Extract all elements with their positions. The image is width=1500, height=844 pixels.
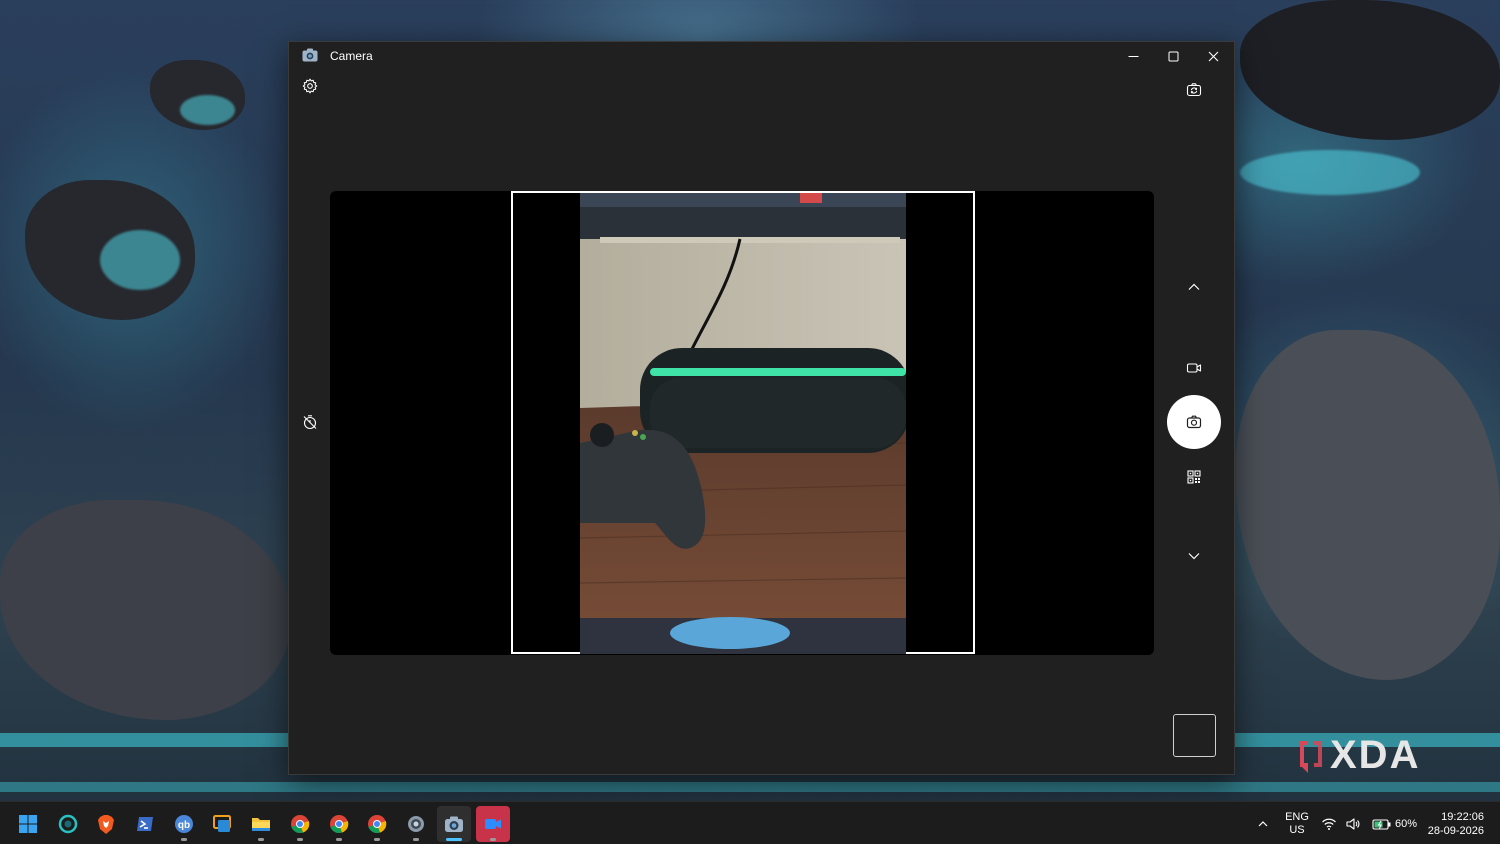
taskbar-chrome-3[interactable]: [360, 806, 394, 842]
windows-logo-icon: [19, 815, 37, 833]
wallpaper-glow: [180, 95, 235, 125]
close-button[interactable]: [1193, 42, 1233, 70]
taskbar-remote-desktop[interactable]: [205, 806, 239, 842]
brave-browser-icon: [98, 815, 114, 834]
minimize-button[interactable]: [1113, 42, 1153, 70]
taskbar-brave[interactable]: [89, 806, 123, 842]
taskbar-camera[interactable]: [437, 806, 471, 842]
chrome-icon: [330, 815, 349, 834]
video-icon: [1186, 363, 1202, 373]
taskbar-chrome-2[interactable]: [322, 806, 356, 842]
window-title: Camera: [330, 49, 373, 63]
mode-down-button[interactable]: [1178, 540, 1210, 572]
clock-time: 19:22:06: [1441, 810, 1484, 823]
capture-frame: [511, 191, 975, 654]
wallpaper-rock: [1240, 0, 1500, 140]
wallpaper-glow: [1240, 150, 1420, 195]
qr-mode-button[interactable]: [1178, 461, 1210, 493]
svg-text:qb: qb: [178, 820, 190, 831]
taskbar-terminal[interactable]: [128, 806, 162, 842]
watermark-text: XDA: [1330, 733, 1421, 777]
language-code: ENG: [1285, 810, 1309, 823]
minimize-icon: [1128, 55, 1138, 57]
battery-charging-icon: [1372, 818, 1391, 830]
cortana-icon: [58, 814, 78, 834]
wifi-icon: [1322, 818, 1336, 830]
taskbar-zoom[interactable]: [476, 806, 510, 842]
preview-scene: [580, 193, 906, 654]
running-indicator: [413, 838, 419, 841]
camera-app-taskbar-icon: [445, 816, 463, 832]
camera-preview-image: [580, 193, 906, 654]
wallpaper-water: [0, 782, 1500, 792]
battery-percentage: 60%: [1395, 817, 1418, 830]
clock-button[interactable]: 19:22:06 28-09-2026: [1420, 802, 1484, 844]
video-mode-button[interactable]: [1178, 352, 1210, 384]
taskbar-file-explorer[interactable]: [244, 806, 278, 842]
volume-button[interactable]: [1345, 802, 1361, 844]
qbittorrent-icon: qb: [175, 815, 193, 833]
xda-logo-icon: [1300, 740, 1322, 773]
remote-desktop-icon: [213, 815, 231, 832]
taskbar: qb ENG US 60% 19:22:06 28-09-2026: [0, 801, 1500, 844]
show-hidden-icons-button[interactable]: [1255, 802, 1271, 844]
close-icon: [1208, 51, 1218, 61]
speaker-icon: [1346, 817, 1360, 830]
video-call-icon: [485, 819, 501, 829]
camera-icon: [1186, 415, 1202, 429]
settings-gear-icon: [408, 816, 424, 832]
folder-icon: [252, 818, 270, 831]
taskbar-chrome-1[interactable]: [283, 806, 317, 842]
timer-button[interactable]: [294, 406, 326, 438]
wallpaper-rock: [0, 500, 290, 720]
gallery-thumbnail-button[interactable]: [1173, 714, 1216, 757]
active-indicator: [446, 838, 462, 841]
taskbar-cortana[interactable]: [51, 806, 85, 842]
settings-button[interactable]: [294, 70, 326, 102]
chevron-down-icon: [1188, 553, 1200, 560]
battery-button[interactable]: 60%: [1372, 802, 1417, 844]
region-code: US: [1289, 823, 1305, 836]
chrome-icon: [291, 815, 310, 834]
running-indicator: [181, 838, 187, 841]
camera-app-icon: [302, 48, 318, 62]
running-indicator: [490, 838, 496, 841]
switch-camera-button[interactable]: [1178, 74, 1210, 106]
timer-off-icon: [303, 415, 317, 430]
clock-date: 28-09-2026: [1427, 824, 1484, 837]
mode-up-button[interactable]: [1178, 271, 1210, 303]
start-button[interactable]: [11, 806, 45, 842]
title-bar[interactable]: Camera: [289, 42, 1234, 72]
qr-code-icon: [1187, 470, 1201, 484]
chrome-icon: [368, 815, 387, 834]
chevron-up-icon: [1188, 283, 1200, 290]
network-button[interactable]: [1321, 802, 1337, 844]
taskbar-qbittorrent[interactable]: qb: [167, 806, 201, 842]
input-language-button[interactable]: ENG US: [1283, 802, 1311, 844]
chevron-up-icon: [1258, 820, 1268, 826]
wallpaper-rock: [1236, 330, 1500, 680]
maximize-button[interactable]: [1153, 42, 1193, 70]
switch-camera-icon: [1186, 83, 1202, 97]
xda-watermark: XDA: [1296, 733, 1420, 778]
running-indicator: [374, 838, 380, 841]
taskbar-settings[interactable]: [399, 806, 433, 842]
terminal-icon: [137, 817, 153, 831]
running-indicator: [336, 838, 342, 841]
running-indicator: [297, 838, 303, 841]
camera-viewfinder: [330, 191, 1154, 655]
gear-icon: [302, 78, 318, 94]
camera-window: Camera: [288, 41, 1235, 775]
take-photo-button[interactable]: [1167, 395, 1221, 449]
wallpaper-glow: [100, 230, 180, 290]
maximize-icon: [1168, 51, 1178, 61]
running-indicator: [258, 838, 264, 841]
